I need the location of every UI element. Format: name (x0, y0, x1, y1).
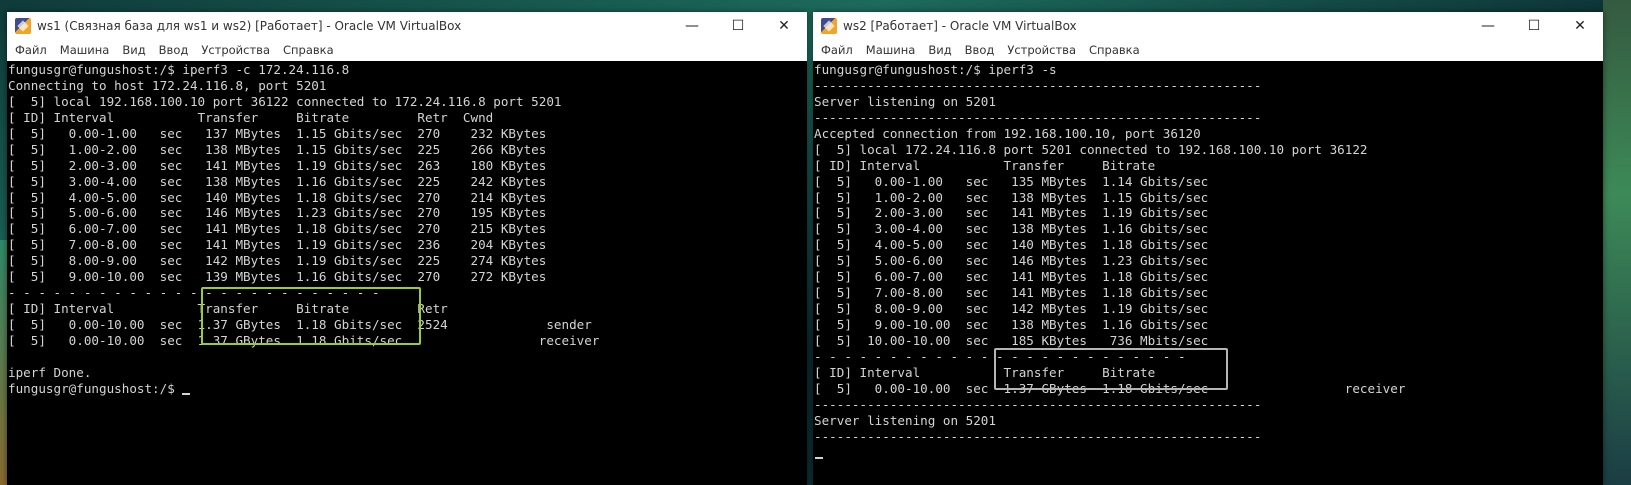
title-bar[interactable]: ws2 [Работает] - Oracle VM VirtualBox — … (813, 12, 1603, 40)
terminal-line: [ 5] 0.00-10.00 sec 1.37 GBytes 1.18 Gbi… (814, 380, 1406, 396)
terminal-line: [ 5] 6.00-7.00 sec 141 MBytes 1.18 Gbits… (8, 221, 547, 237)
menu-input[interactable]: Ввод (965, 43, 995, 57)
close-icon[interactable]: ✕ (1557, 12, 1603, 40)
terminal-line: [ ID] Interval Transfer Bitrate Retr Cwn… (8, 109, 494, 125)
terminal-line: ----------------------------------------… (814, 77, 1262, 93)
terminal-line: fungusgr@fungushost:/$ iperf3 -s (814, 62, 1057, 77)
menu-devices[interactable]: Устройства (201, 43, 270, 57)
terminal-line: iperf Done. (8, 364, 92, 380)
terminal-line: [ 5] 0.00-1.00 sec 135 MBytes 1.14 Gbits… (814, 173, 1209, 189)
menu-file[interactable]: Файл (15, 43, 47, 57)
terminal-line: [ 5] 9.00-10.00 sec 139 MBytes 1.16 Gbit… (8, 269, 547, 285)
menu-help[interactable]: Справка (283, 43, 334, 57)
terminal-line: Accepted connection from 192.168.100.10,… (814, 125, 1201, 141)
terminal-line: [ ID] Interval Transfer Bitrate (814, 157, 1156, 173)
terminal-line: [ 5] 2.00-3.00 sec 141 MBytes 1.19 Gbits… (8, 157, 547, 173)
terminal-line: [ 5] 4.00-5.00 sec 140 MBytes 1.18 Gbits… (814, 237, 1209, 253)
terminal-prompt-line[interactable] (814, 445, 1603, 461)
terminal-line: [ 5] 8.00-9.00 sec 142 MBytes 1.19 Gbits… (814, 301, 1209, 317)
terminal-line: ----------------------------------------… (814, 396, 1262, 412)
terminal-line: [ 5] 2.00-3.00 sec 141 MBytes 1.19 Gbits… (814, 205, 1209, 221)
menu-view[interactable]: Вид (928, 43, 951, 57)
close-icon[interactable]: ✕ (761, 12, 807, 40)
menu-bar: Файл Машина Вид Ввод Устройства Справка (7, 40, 807, 60)
terminal-line: [ 5] 3.00-4.00 sec 138 MBytes 1.16 Gbits… (8, 173, 547, 189)
terminal-screen[interactable]: fungusgr@fungushost:/$ iperf3 -s -------… (813, 61, 1603, 485)
terminal-line: - - - - - - - - - - - - - - - - - - - - … (8, 285, 380, 301)
prompt-text: fungusgr@fungushost:/$ (8, 380, 183, 396)
terminal-line: [ 5] 0.00-10.00 sec 1.37 GBytes 1.18 Gbi… (8, 317, 592, 332)
terminal-line: [ 5] 5.00-6.00 sec 146 MBytes 1.23 Gbits… (8, 205, 547, 221)
menu-input[interactable]: Ввод (159, 43, 189, 57)
terminal-line: [ 5] 4.00-5.00 sec 140 MBytes 1.18 Gbits… (8, 189, 547, 205)
virtualbox-icon (15, 18, 31, 34)
terminal-line: [ 5] 1.00-2.00 sec 138 MBytes 1.15 Gbits… (814, 189, 1209, 205)
terminal-line: [ 5] local 172.24.116.8 port 5201 connec… (814, 141, 1368, 157)
terminal-line: fungusgr@fungushost:/$ iperf3 -c 172.24.… (8, 62, 350, 77)
menu-file[interactable]: Файл (821, 43, 853, 57)
terminal-line: [ 5] 7.00-8.00 sec 141 MBytes 1.19 Gbits… (8, 237, 547, 253)
terminal-line: Server listening on 5201 (814, 412, 996, 428)
terminal-line: [ 5] local 192.168.100.10 port 36122 con… (8, 93, 562, 109)
minimize-icon[interactable]: — (669, 12, 715, 40)
maximize-icon[interactable]: ☐ (715, 12, 761, 40)
menu-machine[interactable]: Машина (866, 43, 916, 57)
menu-view[interactable]: Вид (122, 43, 145, 57)
terminal-line: [ 5] 5.00-6.00 sec 146 MBytes 1.23 Gbits… (814, 253, 1209, 269)
terminal-line: [ 5] 0.00-10.00 sec 1.37 GBytes 1.18 Gbi… (8, 332, 600, 348)
terminal-line: ----------------------------------------… (814, 109, 1262, 125)
menu-help[interactable]: Справка (1089, 43, 1140, 57)
terminal-line: [ 5] 1.00-2.00 sec 138 MBytes 1.15 Gbits… (8, 141, 547, 157)
terminal-prompt-line[interactable]: fungusgr@fungushost:/$ (8, 381, 807, 397)
terminal-line: - - - - - - - - - - - - - - - - - - - - … (814, 348, 1186, 364)
menu-machine[interactable]: Машина (60, 43, 110, 57)
terminal-line: [ 5] 9.00-10.00 sec 138 MBytes 1.16 Gbit… (814, 317, 1209, 332)
terminal-screen[interactable]: fungusgr@fungushost:/$ iperf3 -c 172.24.… (7, 61, 807, 485)
terminal-line: [ ID] Interval Transfer Bitrate Retr (8, 301, 448, 317)
terminal-line: [ 5] 0.00-1.00 sec 137 MBytes 1.15 Gbits… (8, 125, 547, 141)
terminal-line: [ 5] 6.00-7.00 sec 141 MBytes 1.18 Gbits… (814, 269, 1209, 285)
title-bar[interactable]: ws1 (Связная база для ws1 и ws2) [Работа… (7, 12, 807, 40)
wallpaper-right-strip (1603, 0, 1631, 485)
terminal-line: [ 5] 10.00-10.00 sec 185 KBytes 736 Mbit… (814, 332, 1209, 348)
menu-devices[interactable]: Устройства (1007, 43, 1076, 57)
vm-window-ws1[interactable]: ws1 (Связная база для ws1 и ws2) [Работа… (7, 12, 807, 485)
terminal-line: [ ID] Interval Transfer Bitrate (814, 364, 1156, 380)
window-title: ws2 [Работает] - Oracle VM VirtualBox (843, 19, 1077, 33)
maximize-icon[interactable]: ☐ (1511, 12, 1557, 40)
vm-window-ws2[interactable]: ws2 [Работает] - Oracle VM VirtualBox — … (813, 12, 1603, 485)
terminal-line: [ 5] 3.00-4.00 sec 138 MBytes 1.16 Gbits… (814, 221, 1209, 237)
minimize-icon[interactable]: — (1465, 12, 1511, 40)
text-cursor (182, 392, 191, 395)
terminal-line: Connecting to host 172.24.116.8, port 52… (8, 77, 327, 93)
terminal-line: ----------------------------------------… (814, 428, 1262, 444)
terminal-line: Server listening on 5201 (814, 93, 996, 109)
terminal-line: [ 5] 8.00-9.00 sec 142 MBytes 1.19 Gbits… (8, 253, 547, 269)
virtualbox-icon (821, 18, 837, 34)
terminal-line: [ 5] 7.00-8.00 sec 141 MBytes 1.18 Gbits… (814, 285, 1209, 301)
text-cursor (815, 456, 823, 459)
window-title: ws1 (Связная база для ws1 и ws2) [Работа… (37, 19, 462, 33)
menu-bar: Файл Машина Вид Ввод Устройства Справка (813, 40, 1603, 60)
